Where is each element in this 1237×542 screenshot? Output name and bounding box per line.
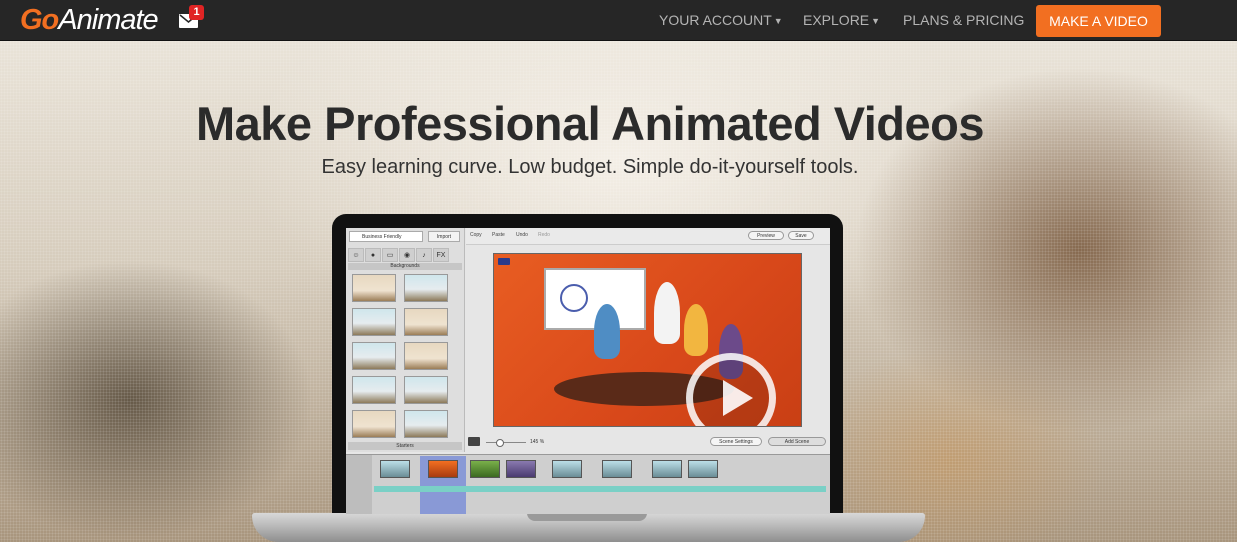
background-thumbnail: [352, 376, 396, 404]
laptop-notch: [527, 513, 647, 521]
stage-controls: 145 % Scene Settings Add Scene: [466, 434, 830, 450]
save-button: Save: [788, 231, 814, 240]
fx-tab: FX: [433, 248, 449, 262]
background-thumbnail: [352, 342, 396, 370]
preview-button: Preview: [748, 231, 784, 240]
character: [654, 282, 680, 344]
music-tab-icon: ♪: [416, 248, 432, 262]
timeline-clip: [552, 460, 582, 478]
backgrounds-tab-icon: ▭: [382, 248, 398, 262]
background-thumbnail: [404, 410, 448, 438]
caret-down-icon: ▼: [773, 16, 783, 26]
zoom-level: 145 %: [530, 439, 545, 445]
zoom-slider: [486, 442, 526, 443]
copy-tool: Copy: [470, 232, 482, 238]
editor-toolbar: Copy Paste Undo Redo Preview Save: [466, 228, 830, 245]
notification-badge[interactable]: 1: [189, 5, 204, 20]
background-thumbnail: [404, 342, 448, 370]
characters-tab-icon: ☺: [348, 248, 364, 262]
timeline-track-icons: [346, 455, 372, 514]
character: [684, 304, 708, 356]
scene-stage: [493, 253, 802, 427]
import-button: Import: [428, 231, 460, 242]
play-icon: [723, 380, 753, 416]
starters-header: Starters: [348, 442, 462, 450]
timeline-clip: [428, 460, 458, 478]
add-scene-button: Add Scene: [768, 437, 826, 446]
backgrounds-header: Backgrounds: [348, 263, 462, 270]
background-thumbnail: [404, 274, 448, 302]
page-headline: Make Professional Animated Videos: [196, 97, 985, 150]
nav-your-account[interactable]: YOUR ACCOUNT ▼: [659, 0, 783, 40]
top-navigation: GoAnimate 1 YOUR ACCOUNT ▼ EXPLORE ▼ PLANS…: [0, 0, 1237, 41]
timeline: [346, 454, 830, 514]
timeline-clip: [602, 460, 632, 478]
props-tab-icon: ◉: [399, 248, 415, 262]
background-thumbnail: [352, 308, 396, 336]
voice-track: [374, 486, 826, 492]
timeline-clip: [688, 460, 718, 478]
timeline-clip: [506, 460, 536, 478]
timeline-clip: [652, 460, 682, 478]
background-thumbnail: [404, 308, 448, 336]
background-thumbnail: [352, 274, 396, 302]
character: [594, 304, 620, 359]
make-video-button[interactable]: MAKE A VIDEO: [1036, 5, 1161, 37]
speech-tab-icon: ●: [365, 248, 381, 262]
timeline-clip: [380, 460, 410, 478]
scene-settings-button: Scene Settings: [710, 437, 762, 446]
undo-tool: Undo: [516, 232, 528, 238]
redo-tool: Redo: [538, 232, 550, 238]
timeline-clip: [470, 460, 500, 478]
nav-explore[interactable]: EXPLORE ▼: [803, 0, 880, 40]
paste-tool: Paste: [492, 232, 505, 238]
nav-plans-pricing[interactable]: PLANS & PRICING: [903, 0, 1024, 40]
editor-screenshot: Business Friendly Import ☺ ● ▭ ◉ ♪ FX Ba…: [346, 228, 830, 514]
camera-icon: [498, 258, 510, 265]
asset-tabs: ☺ ● ▭ ◉ ♪ FX: [348, 248, 462, 262]
theme-select: Business Friendly: [349, 231, 423, 242]
page-subheadline: Easy learning curve. Low budget. Simple …: [321, 156, 859, 178]
asset-panel: Business Friendly Import ☺ ● ▭ ◉ ♪ FX Ba…: [346, 228, 465, 452]
background-thumbnail: [352, 410, 396, 438]
caret-down-icon: ▼: [871, 16, 881, 26]
camera-icon: [468, 437, 480, 446]
goanimate-logo[interactable]: GoAnimate: [20, 2, 159, 38]
background-thumbnail: [404, 376, 448, 404]
